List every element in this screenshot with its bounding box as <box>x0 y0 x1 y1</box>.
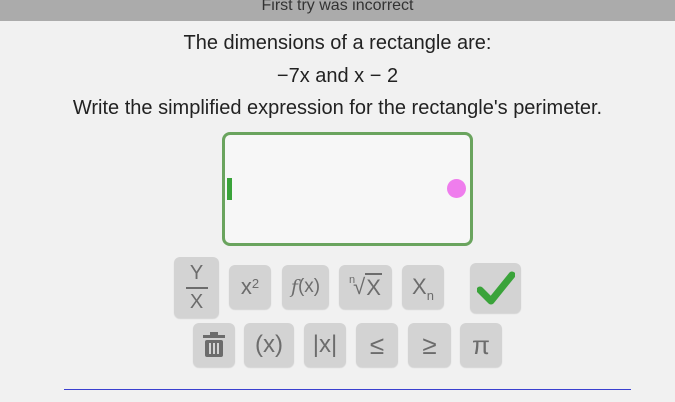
greater-equal-label: ≥ <box>422 329 437 360</box>
absolute-value-key[interactable]: |x| <box>304 323 346 367</box>
absolute-value-label: |x| <box>312 331 338 358</box>
root-arg: X <box>365 273 382 300</box>
function-key[interactable]: f (x) <box>282 265 329 309</box>
problem-instruction: Write the simplified expression for the … <box>72 97 603 119</box>
square-base: x <box>240 274 252 299</box>
banner-text: First try was incorrect <box>261 0 414 14</box>
parentheses-key[interactable]: (x) <box>244 323 294 367</box>
fraction-key[interactable]: Y X <box>174 257 219 318</box>
pi-key[interactable]: π <box>460 323 502 367</box>
square-exponent: 2 <box>251 275 260 291</box>
pink-dot-icon <box>447 179 466 198</box>
nth-root-key[interactable]: n √ X <box>339 265 392 309</box>
check-icon <box>476 271 515 305</box>
problem-dimensions: −7x and x − 2 <box>276 65 399 87</box>
fraction-bar <box>185 286 208 289</box>
square-key[interactable]: x2 <box>229 265 271 309</box>
problem-line-1: The dimensions of a rectangle are: <box>183 32 492 54</box>
less-equal-label: ≤ <box>369 329 385 360</box>
pi-label: π <box>472 329 490 360</box>
subscript-index: n <box>426 287 434 303</box>
text-cursor-icon <box>227 178 232 200</box>
fraction-top: Y <box>189 261 204 284</box>
function-arg: (x) <box>297 276 321 297</box>
parentheses-label: (x) <box>255 331 283 358</box>
answer-input[interactable] <box>222 132 473 246</box>
fraction-bottom: X <box>189 290 204 313</box>
trash-icon <box>203 332 225 357</box>
function-f: f <box>290 276 298 298</box>
subscript-key[interactable]: Xn <box>402 265 444 309</box>
delete-button[interactable] <box>193 323 235 367</box>
incorrect-banner: First try was incorrect <box>0 0 675 21</box>
root-index: n <box>349 274 356 286</box>
submit-button[interactable] <box>470 263 521 313</box>
divider <box>64 389 631 390</box>
greater-equal-key[interactable]: ≥ <box>408 323 451 367</box>
subscript-base: X <box>412 274 427 299</box>
less-equal-key[interactable]: ≤ <box>356 323 398 367</box>
